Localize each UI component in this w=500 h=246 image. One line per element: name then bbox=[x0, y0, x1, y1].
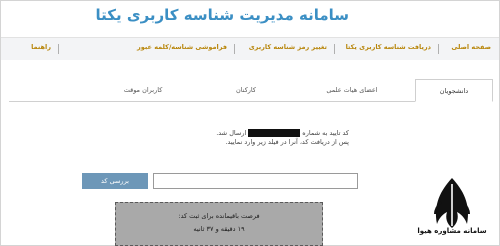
message-line-2: پس از دریافت کد، آنرا در فیلد زیر وارد ن… bbox=[225, 138, 349, 146]
nav-item-forgot-password[interactable]: فراموشی شناسه/کلمه عبور bbox=[137, 43, 227, 51]
page-frame: سامانه مدیریت شناسه کاربری یکتا صفحه اصل… bbox=[0, 0, 500, 246]
message-line-1: کد تایید به شماره ارسال شد. bbox=[149, 129, 349, 138]
nav-separator bbox=[334, 44, 335, 54]
verification-code-input[interactable] bbox=[153, 173, 358, 189]
nav-item-change-password[interactable]: تغییر رمز شناسه کاربری bbox=[249, 43, 327, 51]
nav-item-home[interactable]: صفحه اصلی bbox=[451, 43, 491, 51]
message-text-after: ارسال شد. bbox=[216, 129, 247, 137]
nav-separator bbox=[234, 44, 235, 54]
tab-faculty[interactable]: اعضای هیات علمی bbox=[307, 79, 397, 101]
remaining-time-value: ۱۹ دقیقه و ۳۷ ثانیه bbox=[193, 225, 245, 233]
nav-item-get-id[interactable]: دریافت شناسه کاربری یکتا bbox=[346, 43, 431, 51]
user-type-tabs: دانشجویان اعضای هیات علمی کارکنان کاربرا… bbox=[9, 79, 493, 102]
nav-item-help[interactable]: راهنما bbox=[31, 43, 51, 51]
remaining-time-box: فرصت باقیمانده برای ثبت کد: ۱۹ دقیقه و ۳… bbox=[115, 202, 323, 246]
verification-message: کد تایید به شماره ارسال شد. پس از دریافت … bbox=[149, 129, 349, 147]
check-code-button[interactable]: بررسی کد bbox=[82, 173, 148, 189]
redacted-phone-number bbox=[248, 129, 301, 137]
tab-students[interactable]: دانشجویان bbox=[415, 79, 493, 102]
app-title: سامانه مدیریت شناسه کاربری یکتا bbox=[95, 6, 349, 24]
nav-separator bbox=[58, 44, 59, 54]
header: سامانه مدیریت شناسه کاربری یکتا bbox=[1, 1, 499, 35]
tab-temporary-users[interactable]: کاربران موقت bbox=[103, 79, 183, 101]
message-text-before: کد تایید به شماره bbox=[302, 129, 349, 137]
remaining-time-label: فرصت باقیمانده برای ثبت کد: bbox=[178, 212, 260, 220]
top-navbar: صفحه اصلی دریافت شناسه کاربری یکتا تغییر… bbox=[1, 37, 499, 61]
tab-staff[interactable]: کارکنان bbox=[211, 79, 281, 101]
logo-text: سامانه مشاوره هیوا bbox=[417, 227, 487, 235]
nav-separator bbox=[438, 44, 439, 54]
